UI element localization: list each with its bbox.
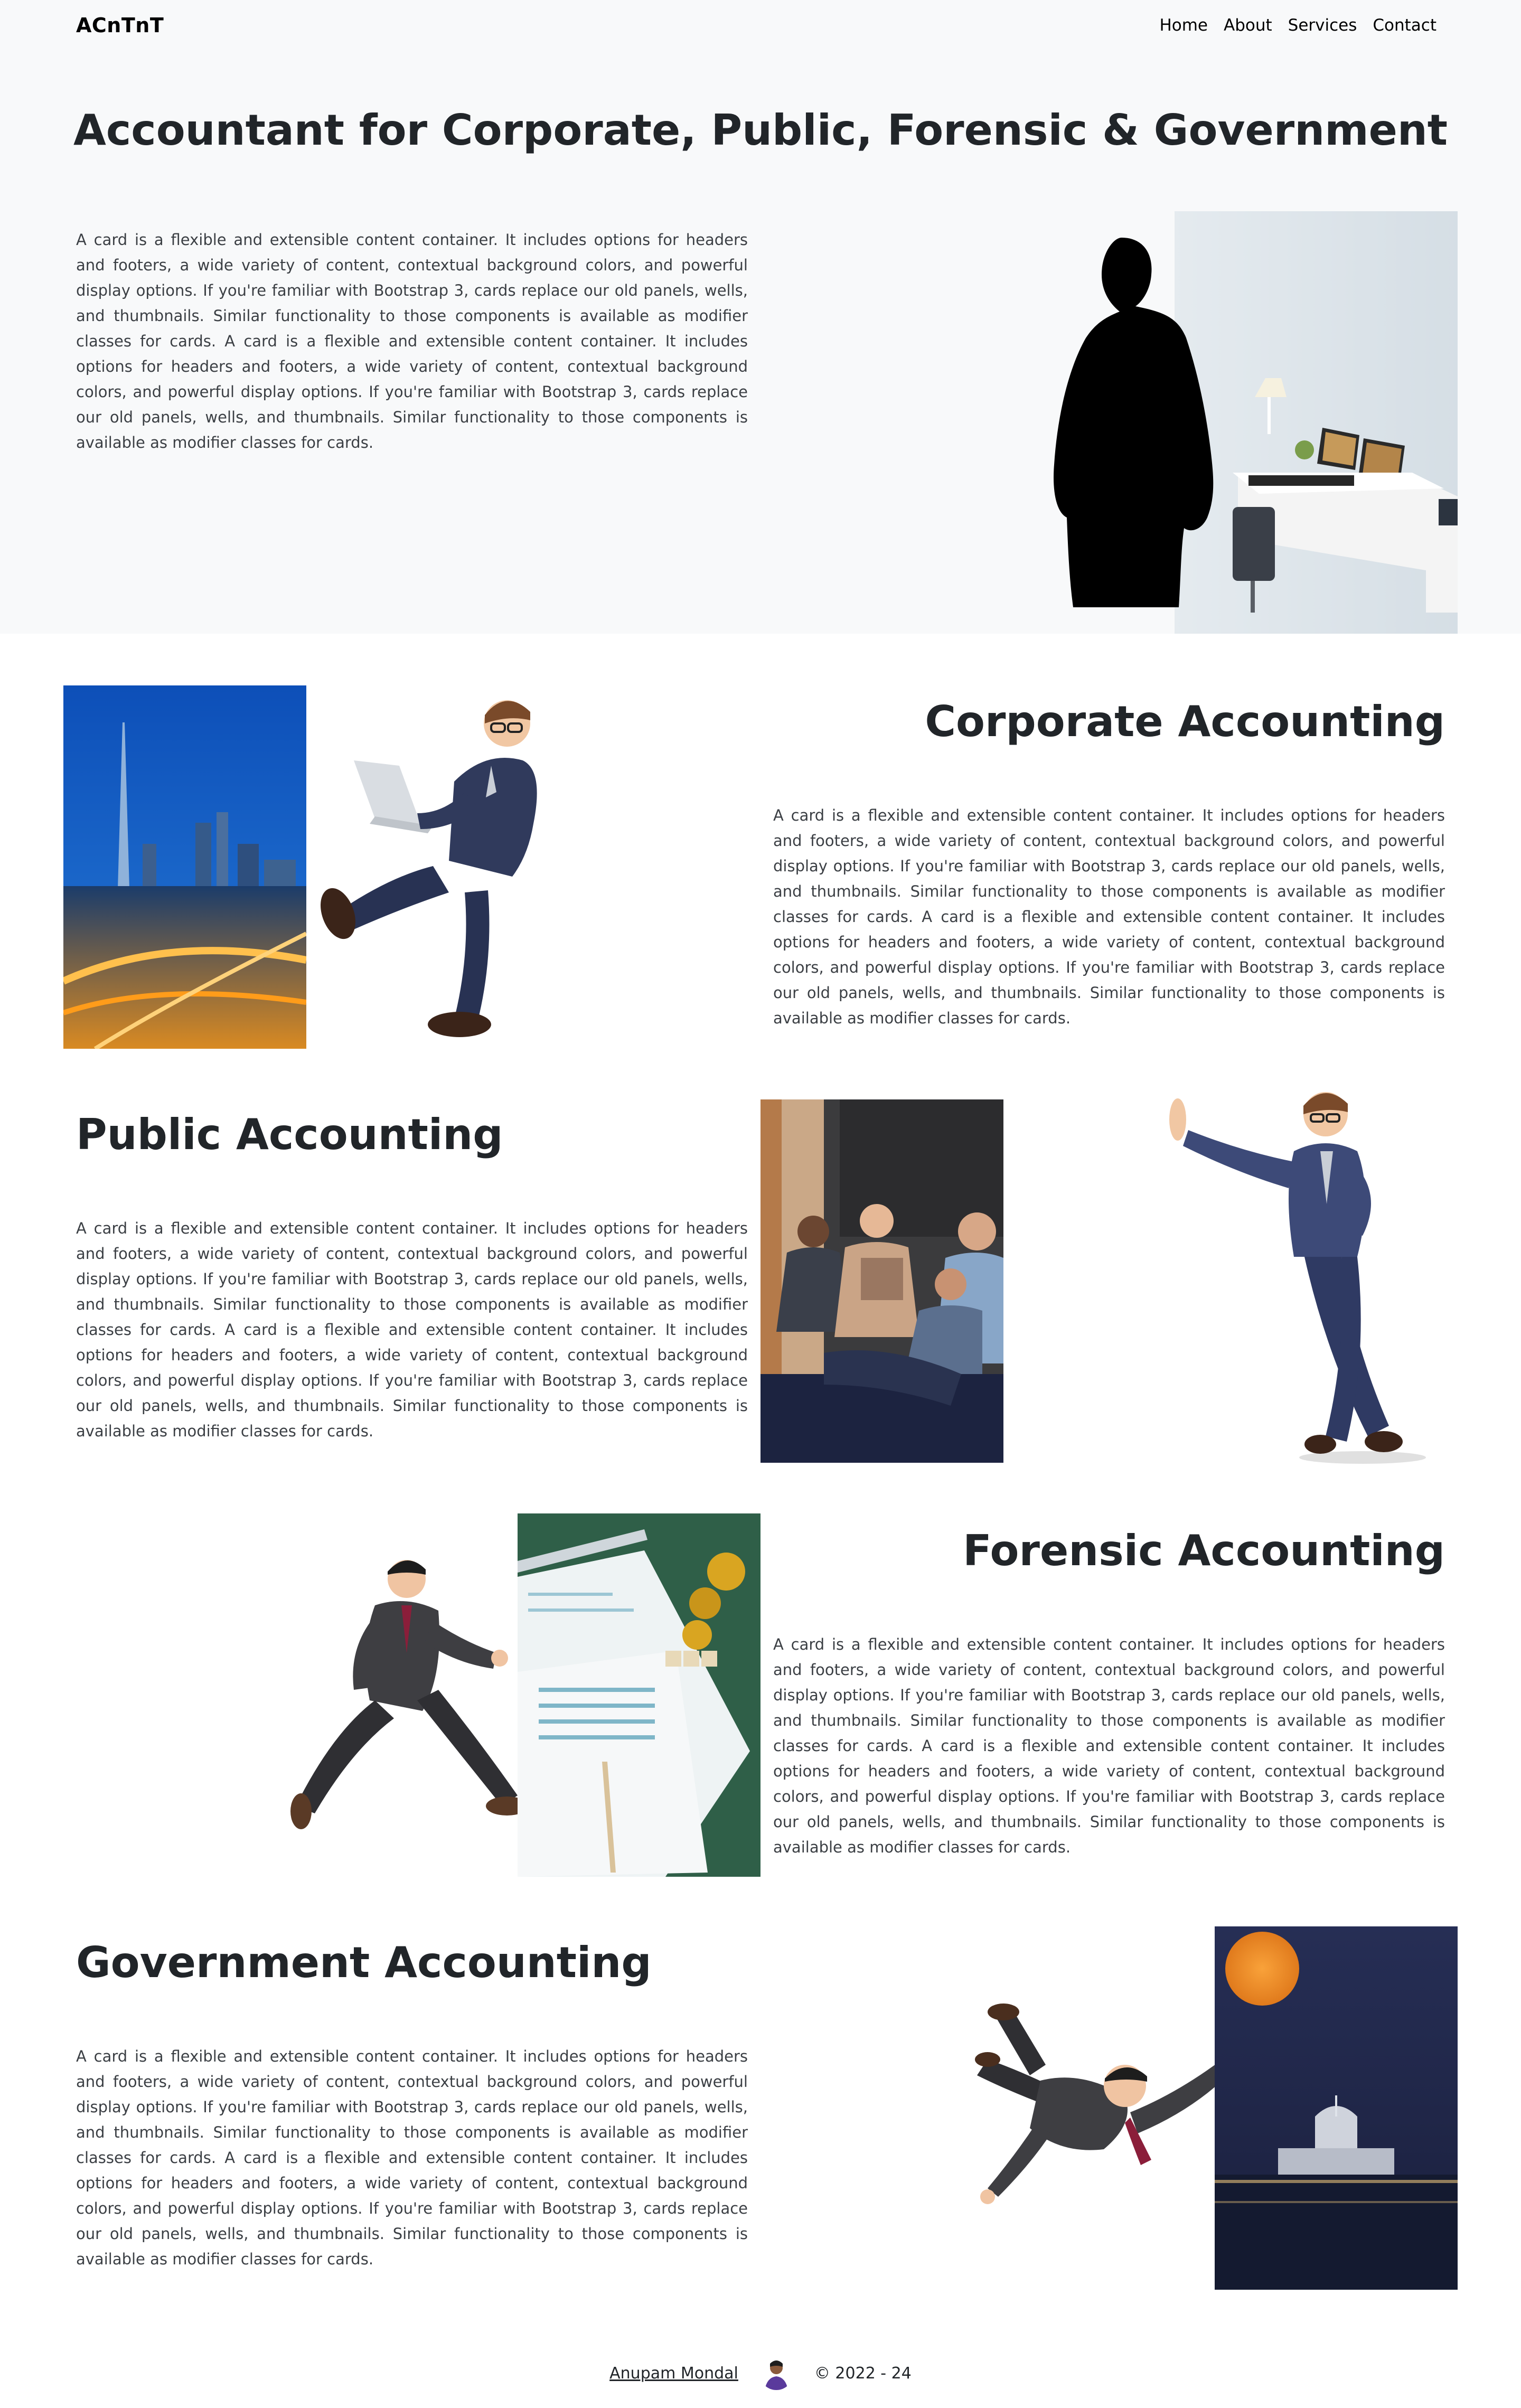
- section-text-corporate: A card is a flexible and extensible cont…: [773, 806, 1445, 1027]
- section-title-forensic: Forensic Accounting: [963, 1526, 1445, 1575]
- brand-logo-link[interactable]: ACnTnT: [76, 14, 164, 37]
- main-nav: Home About Services Contact: [1159, 16, 1436, 35]
- author-link[interactable]: Anupam Mondal: [609, 2364, 738, 2383]
- section-title-government: Government Accounting: [76, 1938, 652, 1987]
- page-title: Accountant for Corporate, Public, Forens…: [73, 106, 1448, 155]
- meeting-people-image: [760, 1099, 1003, 1463]
- leaning-businessman-figure: [1162, 1088, 1458, 1468]
- nav-link-contact[interactable]: Contact: [1373, 16, 1436, 35]
- section-text-forensic: A card is a flexible and extensible cont…: [773, 1635, 1445, 1856]
- running-businessman-figure: [269, 1547, 528, 1832]
- author-avatar: [759, 2356, 793, 2390]
- section-title-public: Public Accounting: [76, 1110, 503, 1159]
- section-text-government: A card is a flexible and extensible cont…: [76, 2047, 748, 2268]
- nav-link-home[interactable]: Home: [1159, 16, 1208, 35]
- section-title-corporate: Corporate Accounting: [925, 697, 1445, 746]
- page-footer: Anupam Mondal © 2022 - 24: [0, 2356, 1521, 2390]
- hero-description: A card is a flexible and extensible cont…: [76, 231, 748, 452]
- copyright-text: © 2022 - 24: [814, 2364, 912, 2383]
- businessman-laptop-figure: [264, 692, 560, 1040]
- nav-link-about[interactable]: About: [1224, 16, 1272, 35]
- section-text-public: A card is a flexible and extensible cont…: [76, 1219, 748, 1440]
- flying-businessman-figure: [972, 2001, 1250, 2213]
- tax-forms-coins-image: [518, 1513, 760, 1877]
- nav-link-services[interactable]: Services: [1288, 16, 1357, 35]
- hero-office-image: [1006, 211, 1458, 634]
- capitol-moon-image: [1215, 1926, 1458, 2290]
